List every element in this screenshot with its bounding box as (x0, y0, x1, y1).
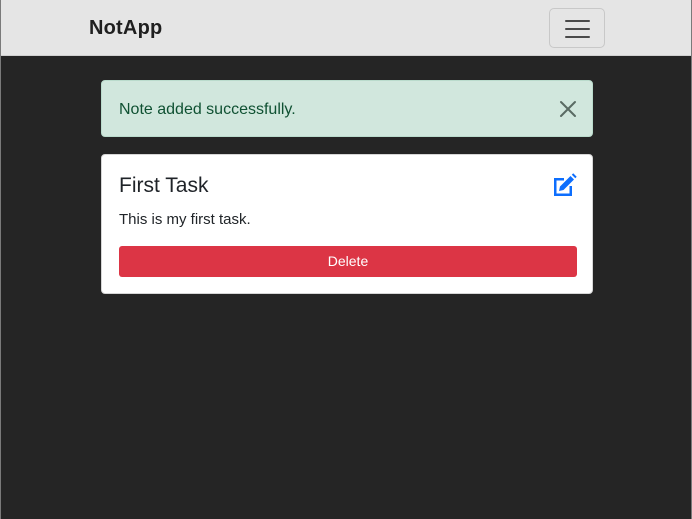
navbar-toggle-button[interactable] (549, 8, 605, 48)
note-card: First Task This is my first task. Delete (101, 154, 593, 294)
delete-button[interactable]: Delete (119, 246, 577, 277)
navbar: NotApp (1, 0, 691, 56)
note-title: First Task (119, 174, 209, 197)
edit-icon[interactable] (551, 173, 577, 197)
success-alert: Note added successfully. (101, 80, 593, 137)
alert-message: Note added successfully. (119, 101, 296, 118)
close-icon[interactable] (558, 99, 578, 119)
note-body: This is my first task. (119, 211, 251, 228)
brand-logo-link[interactable]: NotApp (89, 16, 162, 40)
app-window: NotApp Note added successfully. First Ta… (0, 0, 692, 519)
